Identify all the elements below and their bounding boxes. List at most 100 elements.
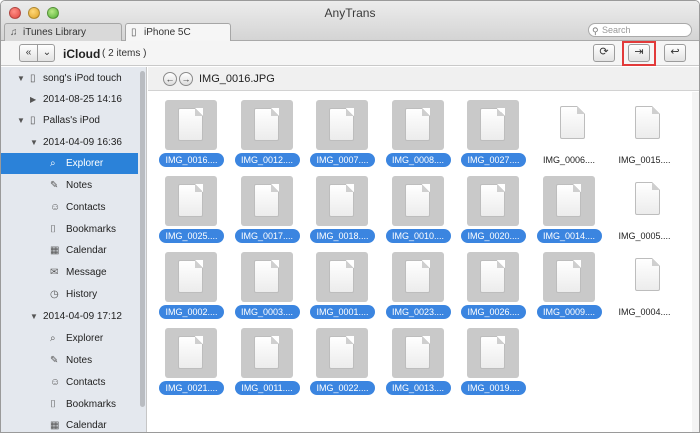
file-tile[interactable]: IMG_0015.... bbox=[603, 95, 679, 169]
sidebar-item[interactable]: ◷ History bbox=[1, 284, 138, 305]
file-tile[interactable]: IMG_0002.... bbox=[150, 247, 226, 321]
file-name: IMG_0026.... bbox=[461, 305, 526, 319]
refresh-icon: ⟳ bbox=[599, 46, 609, 58]
file-tile[interactable]: IMG_0008.... bbox=[377, 95, 453, 169]
file-tile[interactable]: IMG_0005.... bbox=[603, 171, 679, 245]
sidebar-item-label: Contacts bbox=[66, 377, 106, 388]
document-icon bbox=[555, 184, 581, 217]
file-name: IMG_0017.... bbox=[234, 229, 300, 243]
file-tile[interactable]: IMG_0026.... bbox=[452, 247, 528, 321]
sidebar-item-label: 2014-04-09 17:12 bbox=[43, 311, 122, 322]
sidebar-item[interactable]: ▼ 2014-04-09 16:36 bbox=[1, 132, 138, 153]
file-tile[interactable]: IMG_0001.... bbox=[301, 247, 377, 321]
disclosure-open-icon[interactable]: ▼ bbox=[30, 132, 38, 153]
file-tile[interactable]: IMG_0020.... bbox=[452, 171, 528, 245]
exit-button[interactable]: ↩ bbox=[664, 44, 686, 62]
sidebar-item[interactable]: ▼ ▯ Pallas's iPod bbox=[1, 110, 138, 131]
sidebar-item[interactable]: ▦ Calendar bbox=[1, 240, 138, 261]
sidebar-item[interactable]: ⌷ Bookmarks bbox=[1, 394, 138, 415]
file-tile[interactable]: IMG_0009.... bbox=[528, 247, 604, 321]
file-name: IMG_0015.... bbox=[618, 155, 671, 165]
music-note-icon: ♫ bbox=[10, 27, 18, 38]
sidebar-item[interactable]: ▦ Calendar bbox=[1, 415, 138, 432]
sidebar-scrollbar-thumb[interactable] bbox=[140, 71, 145, 407]
dropdown-button[interactable]: ⌄ bbox=[38, 45, 56, 61]
sidebar-item[interactable]: ⌷ Bookmarks bbox=[1, 219, 138, 240]
back-button[interactable]: « bbox=[20, 45, 38, 61]
file-thumbnail bbox=[165, 100, 217, 150]
arrow-right-icon: → bbox=[181, 74, 191, 84]
path-back-button[interactable]: ← bbox=[163, 72, 177, 86]
document-icon bbox=[178, 336, 203, 369]
item-count: ( 2 items ) bbox=[102, 48, 147, 59]
main-scrollbar[interactable] bbox=[692, 92, 699, 432]
tab-itunes-library[interactable]: ♫ iTunes Library bbox=[4, 23, 122, 41]
search-input[interactable]: ⚲ Search bbox=[588, 23, 692, 37]
tab-iphone-5c[interactable]: ▯ iPhone 5C bbox=[125, 23, 231, 42]
app-title: AnyTrans bbox=[324, 6, 376, 20]
sidebar-item[interactable]: ▼ ▯ song's iPod touch bbox=[1, 68, 138, 89]
sidebar-item[interactable]: ▶ 2014-08-25 14:16 bbox=[1, 89, 138, 110]
disclosure-open-icon[interactable]: ▼ bbox=[30, 306, 38, 327]
file-tile[interactable]: IMG_0018.... bbox=[301, 171, 377, 245]
sidebar-item[interactable]: ▼ 2014-04-09 17:12 bbox=[1, 306, 138, 327]
file-thumbnail bbox=[316, 252, 368, 302]
sidebar-item[interactable]: ✎ Notes bbox=[1, 175, 138, 196]
disclosure-closed-icon[interactable]: ▶ bbox=[30, 89, 36, 110]
file-name: IMG_0011.... bbox=[234, 381, 300, 395]
file-thumbnail bbox=[316, 328, 368, 378]
file-name: IMG_0016.... bbox=[159, 153, 224, 167]
refresh-button[interactable]: ⟳ bbox=[593, 44, 615, 62]
sidebar-item-icon: ⌷ bbox=[50, 224, 56, 235]
sidebar-item[interactable]: ⌕ Explorer bbox=[1, 328, 138, 349]
sidebar-item[interactable]: ⌕ Explorer bbox=[1, 153, 138, 174]
file-name: IMG_0008.... bbox=[385, 153, 451, 167]
document-icon bbox=[329, 260, 354, 293]
document-icon bbox=[253, 184, 279, 217]
file-tile[interactable]: IMG_0021.... bbox=[150, 323, 226, 397]
file-name: IMG_0014.... bbox=[536, 229, 602, 243]
file-tile[interactable]: IMG_0025.... bbox=[150, 171, 226, 245]
file-tile[interactable]: IMG_0006.... bbox=[528, 95, 604, 169]
sidebar-item-icon: ▯ bbox=[30, 73, 36, 84]
file-tile[interactable]: IMG_0027.... bbox=[452, 95, 528, 169]
file-tile[interactable]: IMG_0003.... bbox=[226, 247, 302, 321]
file-tile[interactable]: IMG_0004.... bbox=[603, 247, 679, 321]
file-name: IMG_0002.... bbox=[159, 305, 224, 319]
file-thumbnail bbox=[467, 176, 519, 226]
file-name: IMG_0023.... bbox=[385, 305, 451, 319]
document-icon bbox=[404, 184, 430, 217]
document-icon bbox=[329, 336, 354, 369]
file-tile[interactable]: IMG_0017.... bbox=[226, 171, 302, 245]
sidebar-item[interactable]: ✎ Notes bbox=[1, 350, 138, 371]
sidebar-item[interactable]: ✉ Message bbox=[1, 262, 138, 283]
file-tile[interactable]: IMG_0012.... bbox=[226, 95, 302, 169]
file-tile[interactable]: IMG_0007.... bbox=[301, 95, 377, 169]
sidebar-item-icon: ⌕ bbox=[50, 158, 56, 169]
file-name: IMG_0004.... bbox=[618, 307, 671, 317]
sidebar-item[interactable]: ☺ Contacts bbox=[1, 197, 138, 218]
search-placeholder: Search bbox=[602, 25, 631, 35]
document-icon bbox=[480, 184, 505, 217]
sidebar: ▼ ▯ song's iPod touch ▶ 2014-08-25 14:16 ▼ ▯ Pa… bbox=[1, 67, 147, 432]
sidebar-item-label: Calendar bbox=[66, 420, 107, 431]
sidebar-item[interactable]: ☺ Contacts bbox=[1, 372, 138, 393]
file-tile[interactable]: IMG_0019.... bbox=[452, 323, 528, 397]
file-tile[interactable]: IMG_0013.... bbox=[377, 323, 453, 397]
file-tile[interactable]: IMG_0016.... bbox=[150, 95, 226, 169]
file-name: IMG_0019.... bbox=[461, 381, 526, 395]
file-tile[interactable]: IMG_0014.... bbox=[528, 171, 604, 245]
sidebar-item-label: Notes bbox=[66, 355, 93, 366]
document-icon bbox=[635, 182, 660, 215]
file-tile[interactable]: IMG_0022.... bbox=[301, 323, 377, 397]
file-name: IMG_0027.... bbox=[461, 153, 526, 167]
sidebar-item-icon: ▦ bbox=[50, 420, 60, 431]
disclosure-open-icon[interactable]: ▼ bbox=[17, 110, 25, 131]
path-forward-button[interactable]: → bbox=[179, 72, 193, 86]
file-tile[interactable]: IMG_0023.... bbox=[377, 247, 453, 321]
file-tile[interactable]: IMG_0010.... bbox=[377, 171, 453, 245]
document-icon bbox=[480, 108, 505, 141]
file-tile[interactable]: IMG_0011.... bbox=[226, 323, 302, 397]
disclosure-open-icon[interactable]: ▼ bbox=[17, 68, 25, 89]
file-thumbnail bbox=[542, 252, 595, 302]
